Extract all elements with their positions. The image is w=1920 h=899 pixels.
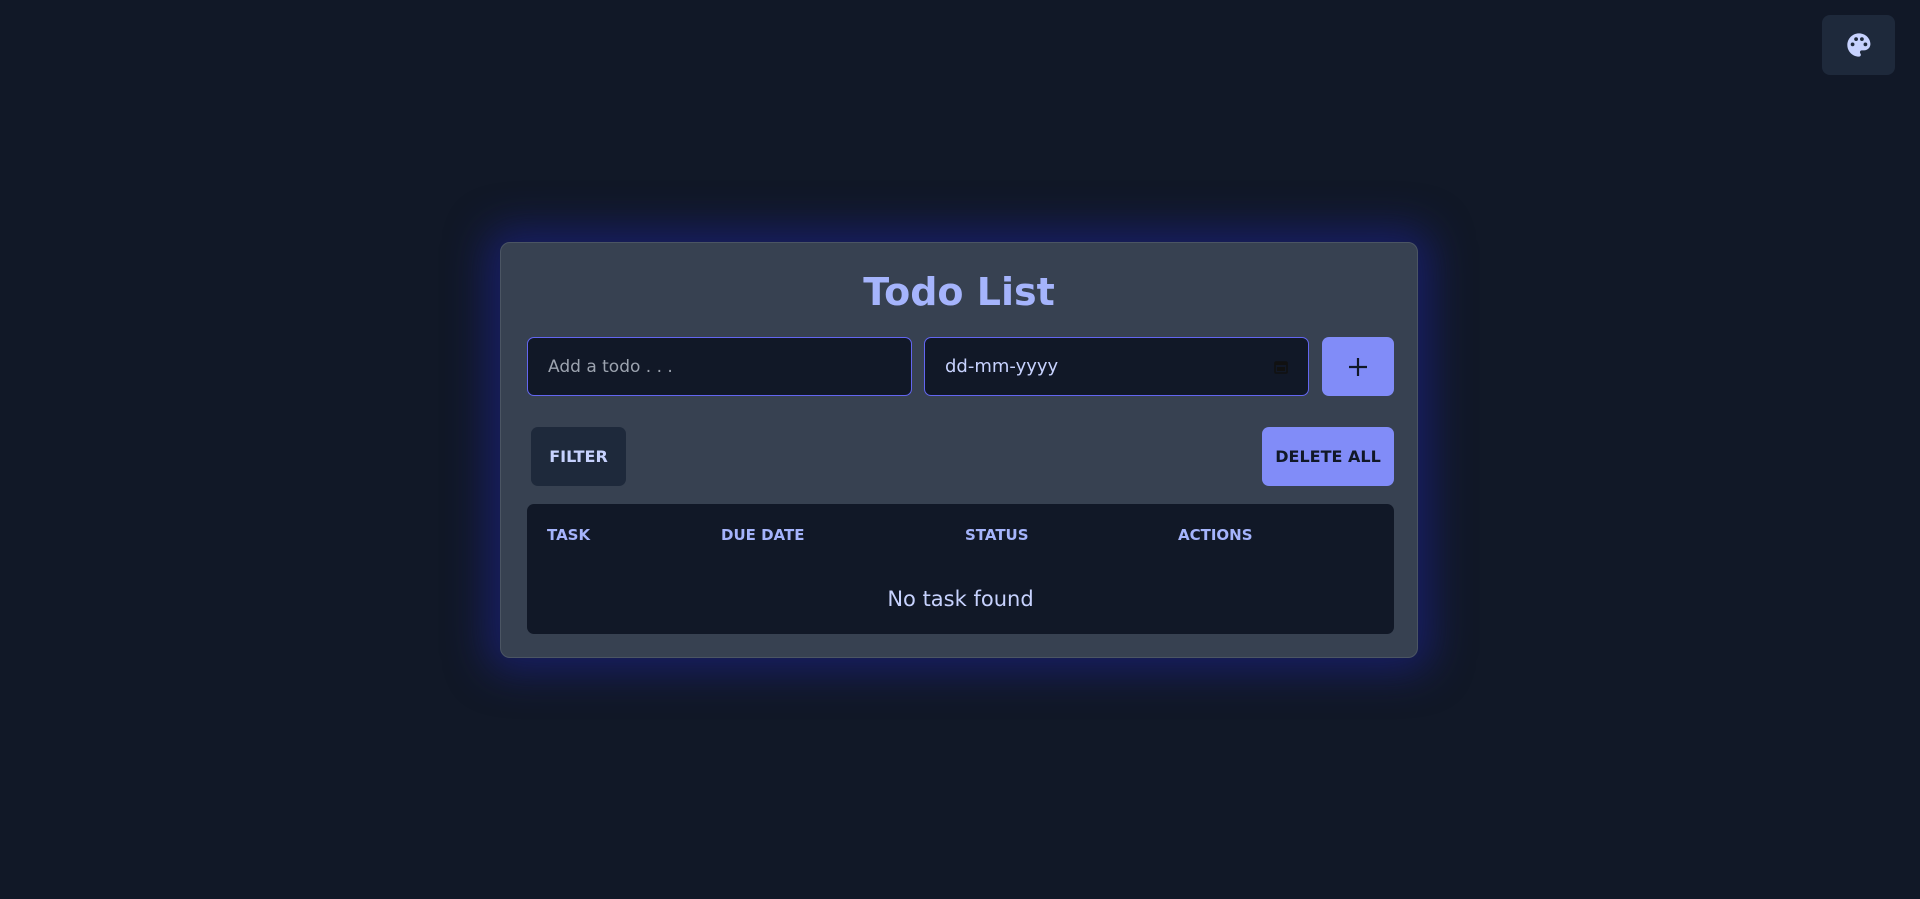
todo-table: TASK DUE DATE STATUS ACTIONS No task fou… <box>527 504 1394 634</box>
empty-state-message: No task found <box>887 587 1034 611</box>
plus-icon <box>1349 357 1367 376</box>
page-title: Todo List <box>863 270 1055 314</box>
todo-card: Todo List dd-mm-yyyy FILTER DELETE ALL T… <box>500 242 1418 658</box>
filter-button[interactable]: FILTER <box>531 427 626 486</box>
date-placeholder: dd-mm-yyyy <box>945 356 1059 377</box>
due-date-input[interactable]: dd-mm-yyyy <box>924 337 1309 396</box>
column-header-status: STATUS <box>965 526 1029 544</box>
add-todo-button[interactable] <box>1322 337 1394 396</box>
column-header-task: TASK <box>547 526 591 544</box>
calendar-icon[interactable] <box>1274 360 1288 374</box>
todo-input[interactable] <box>527 337 912 396</box>
delete-all-button[interactable]: DELETE ALL <box>1262 427 1394 486</box>
palette-icon <box>1846 33 1870 57</box>
theme-toggle-button[interactable] <box>1822 15 1895 75</box>
column-header-due-date: DUE DATE <box>721 526 805 544</box>
column-header-actions: ACTIONS <box>1178 526 1253 544</box>
